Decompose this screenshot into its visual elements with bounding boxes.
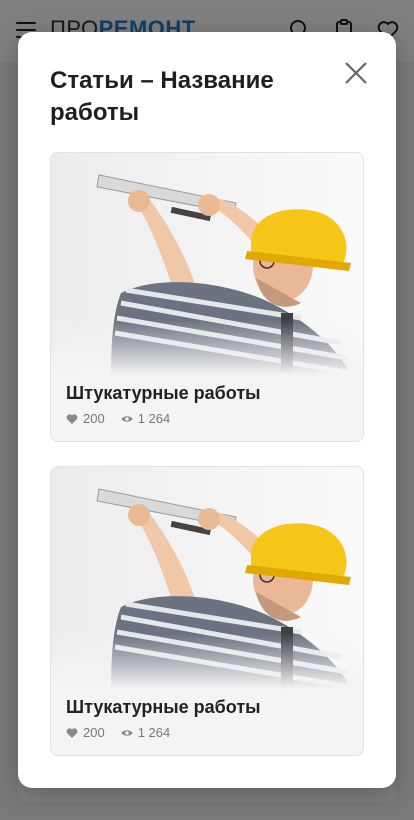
modal-title: Статьи – Название работы: [50, 67, 274, 126]
heart-icon: [66, 727, 78, 738]
likes-stat: 200: [66, 411, 105, 426]
article-stats: 200 1 264: [66, 725, 186, 740]
views-stat: 1 264: [121, 411, 171, 426]
views-count: 1 264: [137, 725, 171, 740]
article-image: [51, 153, 363, 375]
article-title: Штукатурные работы: [66, 697, 261, 717]
heart-icon: [66, 413, 78, 424]
eye-icon: [121, 729, 133, 736]
article-title: Штукатурные работы: [66, 383, 261, 403]
article-card[interactable]: Штукатурные работы 200 1 264: [50, 466, 364, 756]
likes-stat: 200: [66, 725, 105, 740]
views-stat: 1 264: [121, 725, 171, 740]
article-card[interactable]: Штукатурные работы 200 1 264: [50, 152, 364, 442]
close-icon[interactable]: [342, 59, 370, 87]
likes-count: 200: [83, 725, 105, 740]
likes-count: 200: [83, 411, 105, 426]
eye-icon: [121, 415, 133, 422]
article-image: [51, 467, 363, 689]
article-stats: 200 1 264: [66, 411, 186, 426]
views-count: 1 264: [137, 411, 171, 426]
articles-modal: Статьи – Название работы Штукатурные раб…: [18, 32, 396, 788]
